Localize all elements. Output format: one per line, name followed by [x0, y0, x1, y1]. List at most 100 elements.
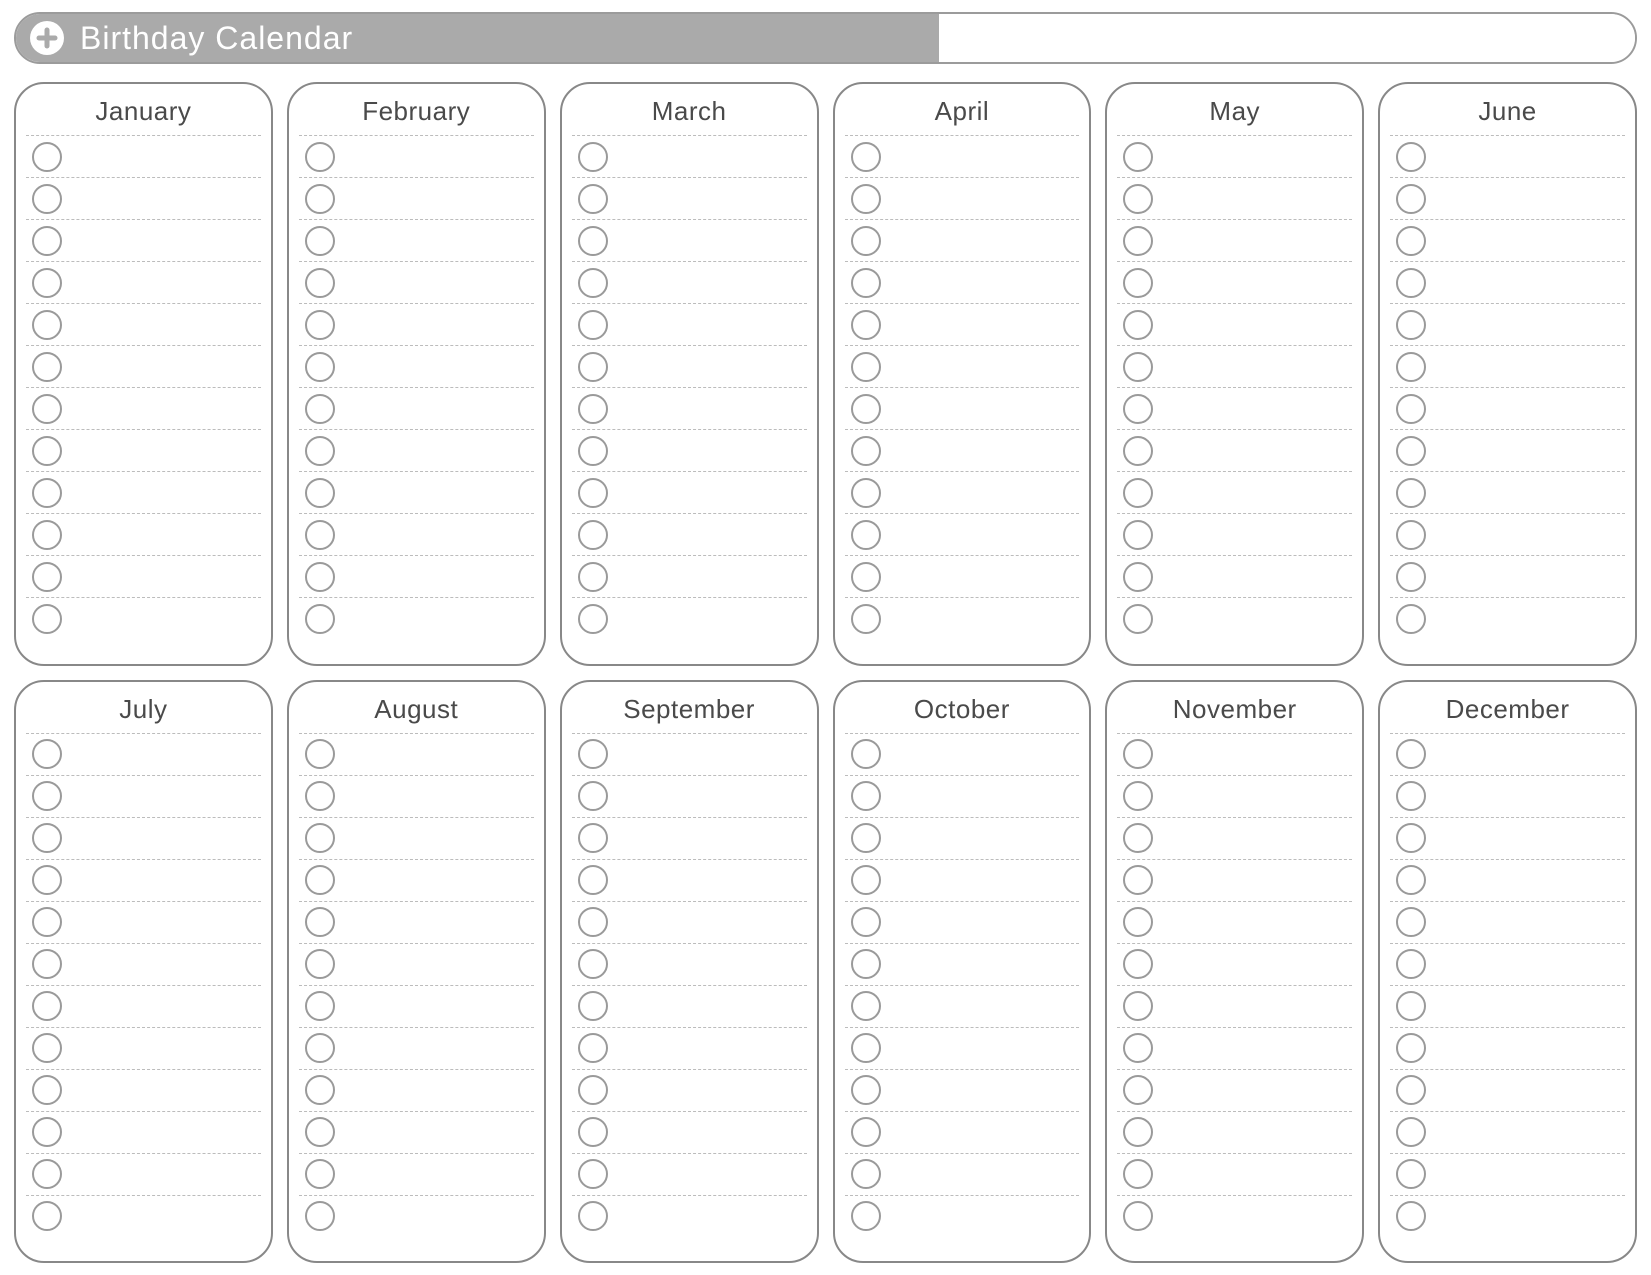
date-circle[interactable]	[1123, 394, 1153, 424]
entry-row[interactable]	[845, 555, 1080, 597]
date-circle[interactable]	[305, 394, 335, 424]
entry-row[interactable]	[572, 177, 807, 219]
entry-row[interactable]	[845, 135, 1080, 177]
date-circle[interactable]	[32, 226, 62, 256]
entry-row[interactable]	[572, 1153, 807, 1195]
date-circle[interactable]	[851, 604, 881, 634]
entry-row[interactable]	[572, 817, 807, 859]
entry-row[interactable]	[1390, 943, 1625, 985]
entry-row[interactable]	[1117, 177, 1352, 219]
date-circle[interactable]	[305, 520, 335, 550]
entry-row[interactable]	[299, 985, 534, 1027]
date-circle[interactable]	[1396, 604, 1426, 634]
date-circle[interactable]	[578, 823, 608, 853]
entry-row[interactable]	[572, 261, 807, 303]
entry-row[interactable]	[299, 303, 534, 345]
header-blank-field[interactable]	[939, 14, 1635, 62]
date-circle[interactable]	[578, 1117, 608, 1147]
entry-row[interactable]	[26, 597, 261, 639]
date-circle[interactable]	[1123, 1159, 1153, 1189]
entry-row[interactable]	[1117, 471, 1352, 513]
date-circle[interactable]	[578, 436, 608, 466]
date-circle[interactable]	[32, 604, 62, 634]
entry-row[interactable]	[1390, 303, 1625, 345]
date-circle[interactable]	[1396, 184, 1426, 214]
date-circle[interactable]	[1396, 436, 1426, 466]
entry-row[interactable]	[845, 859, 1080, 901]
date-circle[interactable]	[32, 949, 62, 979]
date-circle[interactable]	[305, 739, 335, 769]
entry-row[interactable]	[299, 1111, 534, 1153]
date-circle[interactable]	[1396, 949, 1426, 979]
date-circle[interactable]	[851, 907, 881, 937]
date-circle[interactable]	[32, 1159, 62, 1189]
date-circle[interactable]	[851, 991, 881, 1021]
entry-row[interactable]	[299, 219, 534, 261]
entry-row[interactable]	[845, 901, 1080, 943]
date-circle[interactable]	[32, 739, 62, 769]
entry-row[interactable]	[1390, 1069, 1625, 1111]
date-circle[interactable]	[578, 865, 608, 895]
entry-row[interactable]	[299, 1027, 534, 1069]
date-circle[interactable]	[305, 1075, 335, 1105]
entry-row[interactable]	[1117, 943, 1352, 985]
date-circle[interactable]	[1123, 991, 1153, 1021]
date-circle[interactable]	[851, 478, 881, 508]
entry-row[interactable]	[1117, 597, 1352, 639]
date-circle[interactable]	[32, 562, 62, 592]
entry-row[interactable]	[1117, 555, 1352, 597]
date-circle[interactable]	[1123, 520, 1153, 550]
date-circle[interactable]	[305, 991, 335, 1021]
entry-row[interactable]	[1390, 1111, 1625, 1153]
date-circle[interactable]	[305, 949, 335, 979]
date-circle[interactable]	[32, 907, 62, 937]
entry-row[interactable]	[1117, 513, 1352, 555]
date-circle[interactable]	[578, 604, 608, 634]
date-circle[interactable]	[1123, 310, 1153, 340]
date-circle[interactable]	[851, 268, 881, 298]
date-circle[interactable]	[851, 949, 881, 979]
date-circle[interactable]	[1123, 562, 1153, 592]
date-circle[interactable]	[578, 268, 608, 298]
entry-row[interactable]	[1117, 1069, 1352, 1111]
entry-row[interactable]	[1117, 733, 1352, 775]
entry-row[interactable]	[26, 901, 261, 943]
entry-row[interactable]	[1117, 261, 1352, 303]
entry-row[interactable]	[1117, 1027, 1352, 1069]
entry-row[interactable]	[1390, 985, 1625, 1027]
entry-row[interactable]	[572, 303, 807, 345]
date-circle[interactable]	[305, 310, 335, 340]
entry-row[interactable]	[299, 1069, 534, 1111]
date-circle[interactable]	[578, 142, 608, 172]
entry-row[interactable]	[299, 387, 534, 429]
entry-row[interactable]	[1390, 817, 1625, 859]
entry-row[interactable]	[299, 597, 534, 639]
date-circle[interactable]	[305, 436, 335, 466]
date-circle[interactable]	[305, 1159, 335, 1189]
date-circle[interactable]	[578, 1033, 608, 1063]
date-circle[interactable]	[578, 352, 608, 382]
date-circle[interactable]	[851, 142, 881, 172]
date-circle[interactable]	[1396, 823, 1426, 853]
entry-row[interactable]	[572, 1111, 807, 1153]
entry-row[interactable]	[1390, 135, 1625, 177]
date-circle[interactable]	[578, 184, 608, 214]
entry-row[interactable]	[845, 345, 1080, 387]
date-circle[interactable]	[578, 907, 608, 937]
date-circle[interactable]	[32, 310, 62, 340]
entry-row[interactable]	[845, 387, 1080, 429]
date-circle[interactable]	[1123, 865, 1153, 895]
entry-row[interactable]	[845, 775, 1080, 817]
date-circle[interactable]	[32, 1075, 62, 1105]
entry-row[interactable]	[26, 985, 261, 1027]
entry-row[interactable]	[1117, 429, 1352, 471]
entry-row[interactable]	[26, 943, 261, 985]
date-circle[interactable]	[1123, 1117, 1153, 1147]
date-circle[interactable]	[578, 739, 608, 769]
entry-row[interactable]	[299, 429, 534, 471]
date-circle[interactable]	[32, 184, 62, 214]
date-circle[interactable]	[1123, 907, 1153, 937]
entry-row[interactable]	[572, 733, 807, 775]
date-circle[interactable]	[32, 268, 62, 298]
entry-row[interactable]	[845, 985, 1080, 1027]
